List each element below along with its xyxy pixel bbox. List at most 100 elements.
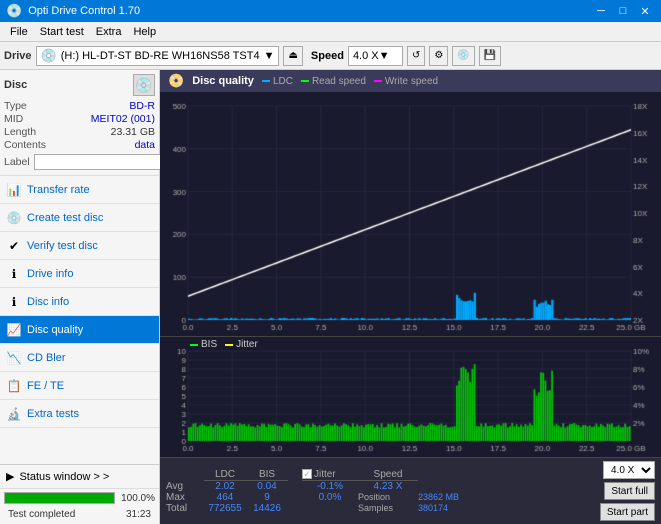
stats-table: LDC BIS ✓ Jitter Speed Avg 2.02 0.04 -0.… [166,469,488,514]
stats-total-ldc: 772655 [204,503,246,514]
stats-header-empty3 [418,469,488,481]
chevron-down-icon: ▼ [264,50,275,62]
menu-extra[interactable]: Extra [90,25,128,39]
extra-tests-icon: 🔬 [6,406,22,422]
legend-bis: BIS [190,339,217,350]
charts-area: BIS Jitter [160,92,661,457]
disc-quality-title: Disc quality [192,75,254,87]
nav-item-disc-quality-label: Disc quality [27,324,83,336]
nav-item-transfer-rate[interactable]: 📊 Transfer rate [0,176,159,204]
legend-bis-dot [190,344,198,346]
legend-write-label: Write speed [385,76,438,87]
stats-avg-label: Avg [166,481,204,492]
chart1-canvas [160,92,661,336]
disc-info-icon: ℹ [6,294,22,310]
status-window-button[interactable]: ▶ Status window > > [0,465,159,489]
legend-ldc-label: LDC [273,76,293,87]
eject-button[interactable]: ⏏ [283,46,302,66]
legend-read-label: Read speed [312,76,366,87]
disc-label-label: Label [4,156,30,168]
stats-avg-speed: 4.23 X [358,481,418,492]
start-part-button[interactable]: Start part [600,503,655,521]
legend-jitter-label: Jitter [236,339,258,350]
stats-total-empty2 [302,503,358,514]
app-icon: 💿 [6,3,22,19]
stats-header-bis: BIS [246,469,288,481]
status-window-label: Status window > > [19,471,109,483]
nav-item-extra-tests[interactable]: 🔬 Extra tests [0,400,159,428]
speed-chevron-icon: ▼ [379,50,390,62]
disc-quality-icon: 📈 [6,322,22,338]
maximize-button[interactable]: □ [613,3,633,19]
stats-total-label: Total [166,503,204,514]
stats-avg-bis: 0.04 [246,481,288,492]
refresh-button[interactable]: ↺ [407,46,425,66]
status-text: Test completed [4,508,79,522]
stats-max-ldc: 464 [204,492,246,503]
menu-help[interactable]: Help [127,25,162,39]
settings-button[interactable]: ⚙ [429,46,448,66]
disc-contents-row: Contents data [4,139,155,151]
close-button[interactable]: ✕ [635,3,655,19]
status-window-icon: ▶ [6,470,14,483]
main-content: Disc 💿 Type BD-R MID MEIT02 (001) Length… [0,70,661,524]
speed-select[interactable]: 4.0 X ▼ [348,46,403,66]
nav-item-cd-bler[interactable]: 📉 CD Bler [0,344,159,372]
save-button[interactable]: 💾 [479,46,501,66]
start-full-button[interactable]: Start full [604,482,655,500]
status-section: ▶ Status window > > 100.0% Test complete… [0,464,159,524]
legend-write-dot [374,80,382,82]
stats-header-empty [166,469,204,481]
disc-section: Disc 💿 Type BD-R MID MEIT02 (001) Length… [0,70,159,176]
title-bar-title: Opti Drive Control 1.70 [28,5,140,17]
progress-bar-fill [5,493,114,503]
sidebar: Disc 💿 Type BD-R MID MEIT02 (001) Length… [0,70,160,524]
stats-right: 4.0 X 2.0 X Max Start full Start part [600,461,655,521]
disc-button[interactable]: 💿 [452,46,474,66]
nav-item-disc-quality[interactable]: 📈 Disc quality [0,316,159,344]
nav-item-extra-tests-label: Extra tests [27,408,79,420]
disc-length-label: Length [4,126,36,138]
menu-file[interactable]: File [4,25,34,39]
speed-selector[interactable]: 4.0 X 2.0 X Max [603,461,655,479]
disc-type-label: Type [4,100,27,112]
minimize-button[interactable]: ─ [591,3,611,19]
disc-quality-header: 📀 Disc quality LDC Read speed Write spee… [160,70,661,92]
nav-item-create-test-disc[interactable]: 💿 Create test disc [0,204,159,232]
disc-contents-value: data [135,139,155,151]
drive-select[interactable]: 💿 (H:) HL-DT-ST BD-RE WH16NS58 TST4 ▼ [36,46,280,66]
create-test-disc-icon: 💿 [6,210,22,226]
nav-item-create-test-disc-label: Create test disc [27,212,103,224]
chart2-legend: BIS Jitter [190,339,258,350]
menu-start-test[interactable]: Start test [34,25,90,39]
menu-bar: File Start test Extra Help [0,22,661,42]
stats-header-empty2 [288,469,302,481]
stats-max-jitter: 0.0% [302,492,358,503]
nav-item-fe-te[interactable]: 📋 FE / TE [0,372,159,400]
disc-contents-label: Contents [4,139,46,151]
legend-ldc: LDC [262,76,293,87]
legend-jitter-dot [225,344,233,346]
legend-jitter: Jitter [225,339,258,350]
nav-item-disc-info-label: Disc info [27,296,69,308]
jitter-checkbox[interactable]: ✓ [302,469,312,479]
drive-bar: Drive 💿 (H:) HL-DT-ST BD-RE WH16NS58 TST… [0,42,661,70]
nav-item-disc-info[interactable]: ℹ Disc info [0,288,159,316]
legend-read-speed: Read speed [301,76,366,87]
stats-total-samples-label: Samples [358,503,418,514]
legend-ldc-dot [262,80,270,82]
progress-bar-background [4,492,115,504]
nav-item-verify-test-disc[interactable]: ✔ Verify test disc [0,232,159,260]
disc-label-input[interactable] [34,154,170,170]
disc-section-title: Disc [4,79,27,91]
disc-icon: 💿 [133,74,155,96]
progress-text: 100.0% [119,493,155,504]
time-text: 31:23 [122,508,155,522]
drive-info-icon: ℹ [6,266,22,282]
disc-header: Disc 💿 [4,74,155,96]
stats-avg-empty [288,481,302,492]
progress-row: 100.0% [0,489,159,507]
stats-total-samples: 380174 [418,503,488,514]
stats-max-bis: 9 [246,492,288,503]
nav-item-drive-info[interactable]: ℹ Drive info [0,260,159,288]
